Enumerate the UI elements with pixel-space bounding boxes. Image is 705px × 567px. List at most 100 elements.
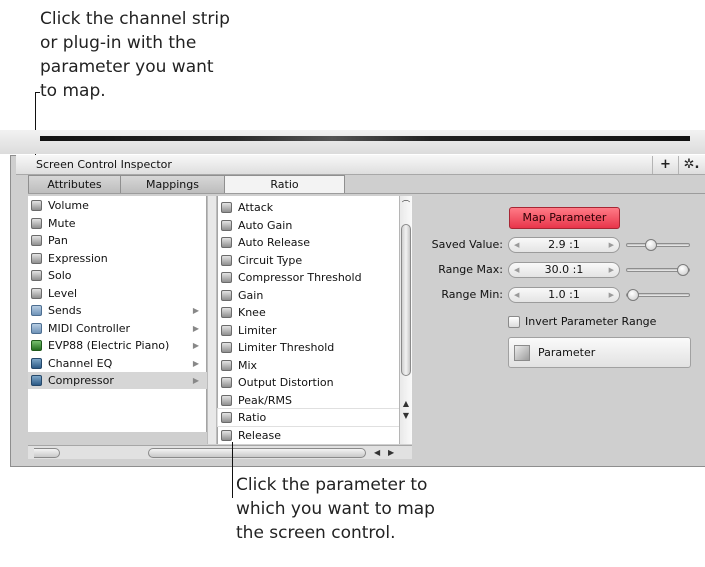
parameter-list-item-label: Compressor Threshold [238,271,362,284]
parameter-list-item[interactable]: Attack [218,199,400,216]
tab-mappings[interactable]: Mappings [120,175,225,193]
horizontal-scroll-thumb-left[interactable] [34,448,60,458]
parameter-icon [221,394,232,406]
source-list-item[interactable]: Pan [28,232,207,249]
parameter-list-item[interactable]: Mix [218,357,400,374]
callout-top-text: Click the channel strip or plug-in with … [40,9,230,101]
parameter-list-item[interactable]: Knee [218,304,400,321]
parameter-icon [221,412,232,423]
parameter-list-item[interactable]: Auto Release [218,234,400,251]
parameter-icon [221,272,232,283]
parameter-list-item[interactable]: Limiter Threshold [218,339,400,356]
increment-arrow-icon[interactable]: ▶ [609,263,614,277]
plugin-icon [31,357,42,369]
range-max-slider[interactable] [626,264,690,276]
scroll-left-arrow-icon[interactable]: ◀ [374,446,380,459]
parameter-list-item[interactable]: Limiter [218,322,400,339]
range-max-value: 30.0 :1 [544,263,584,276]
gear-icon[interactable]: ✲. [678,156,704,174]
range-min-slider-knob[interactable] [627,289,639,301]
parameter-list-item[interactable]: Circuit Type [218,252,400,269]
decrement-arrow-icon[interactable]: ◀ [514,288,519,302]
submenu-arrow-icon: ▶ [192,306,199,315]
add-button[interactable]: + [652,156,678,174]
parameter-list-item-label: Auto Gain [238,218,293,232]
range-min-label: Range Min: [441,288,503,301]
parameter-list-item-label: Limiter [238,323,277,337]
saved-value-slider-knob[interactable] [645,239,657,251]
source-list-item[interactable]: Solo [28,267,207,284]
decrement-arrow-icon[interactable]: ◀ [514,238,519,252]
increment-arrow-icon[interactable]: ▶ [609,288,614,302]
parameter-list-scrollbar[interactable]: ⌒ ▲ ▼ [399,196,412,444]
increment-arrow-icon[interactable]: ▶ [609,238,614,252]
parameter-icon [221,377,232,388]
parameter-icon [31,217,42,229]
source-list-item[interactable]: Mute [28,215,207,232]
source-list-item-label: Mute [48,216,76,230]
instrument-icon [31,340,42,351]
range-max-slider-knob[interactable] [677,264,689,276]
source-list-item[interactable]: Channel EQ ▶ [28,355,207,372]
map-parameter-button[interactable]: Map Parameter [509,207,620,229]
parameter-icon [221,202,232,213]
parameter-icon [221,324,232,336]
source-list-item[interactable]: Sends ▶ [28,302,207,319]
parameter-list-item[interactable]: Output Distortion [218,374,400,391]
saved-value-label: Saved Value: [431,238,503,251]
parameter-list-item[interactable]: Auto Gain [218,217,400,234]
column-divider[interactable] [207,196,217,444]
parameter-icon [514,345,530,361]
scroll-up-arrow-icon[interactable]: ▲ [400,399,412,409]
source-list-item[interactable]: EVP88 (Electric Piano) ▶ [28,337,207,354]
parameter-list-item-label: Knee [238,306,266,319]
invert-range-checkbox[interactable] [508,316,520,328]
parameter-icon [221,254,232,266]
tab-attributes[interactable]: Attributes [28,175,121,193]
range-max-field[interactable]: ◀ 30.0 :1 ▶ [508,262,620,278]
submenu-arrow-icon: ▶ [192,358,199,368]
saved-value-slider[interactable] [626,239,690,251]
parameter-icon [31,235,42,246]
parameter-list-item[interactable]: Gain [218,287,400,304]
source-list-item-label: Pan [48,234,68,247]
range-min-field[interactable]: ◀ 1.0 :1 ▶ [508,287,620,303]
parameter-icon [31,200,42,211]
source-list-item[interactable]: MIDI Controller ▶ [28,320,207,337]
source-list-item[interactable]: Compressor ▶ [28,372,207,389]
source-list-item-label: Compressor [48,374,114,387]
parameter-list-item[interactable]: Peak/RMS [218,392,400,409]
parameter-icon [221,219,232,231]
source-list-item[interactable]: Volume [28,197,207,214]
parameter-list-item[interactable]: Compressor Threshold [218,269,400,286]
parameter-icon [221,359,232,371]
decrement-arrow-icon[interactable]: ◀ [514,263,519,277]
parameter-list: Attack Auto Gain Auto Release Circuit Type C… [217,196,401,444]
parameter-icon [221,342,232,353]
parameter-list-item-label: Output Distortion [238,376,334,389]
parameter-drop-field[interactable]: Parameter [508,337,691,368]
range-min-slider[interactable] [626,289,690,301]
parameter-list-item[interactable]: Ratio [217,408,401,427]
submenu-arrow-icon: ▶ [192,376,199,385]
parameter-list-item-label: Peak/RMS [238,393,292,407]
source-list: Volume Mute Pan Expression Solo Level Sends ▶ MI… [28,196,207,432]
source-list-item-label: Solo [48,269,72,282]
saved-value-field[interactable]: ◀ 2.9 :1 ▶ [508,237,620,253]
source-list-item[interactable]: Level [28,285,207,302]
parameter-icon [31,287,42,299]
callout-bottom-text: Click the parameter to which you want to… [236,475,435,543]
source-list-item[interactable]: Expression [28,250,207,267]
parameter-list-item-label: Ratio [238,411,267,424]
horizontal-scrollbar[interactable]: ◀ ▶ [28,445,412,459]
scroll-down-arrow-icon[interactable]: ▼ [400,411,412,421]
invert-range-label: Invert Parameter Range [525,315,657,328]
parameter-list-item-label: Attack [238,201,274,214]
horizontal-scroll-thumb[interactable] [148,448,366,458]
source-list-item-label: Sends [48,304,82,317]
window-title: Screen Control Inspector [36,158,172,171]
scroll-right-arrow-icon[interactable]: ▶ [388,446,394,459]
parameter-list-item[interactable]: Release [218,427,400,444]
tab-ratio[interactable]: Ratio [224,175,345,194]
parameter-icon [221,429,232,441]
